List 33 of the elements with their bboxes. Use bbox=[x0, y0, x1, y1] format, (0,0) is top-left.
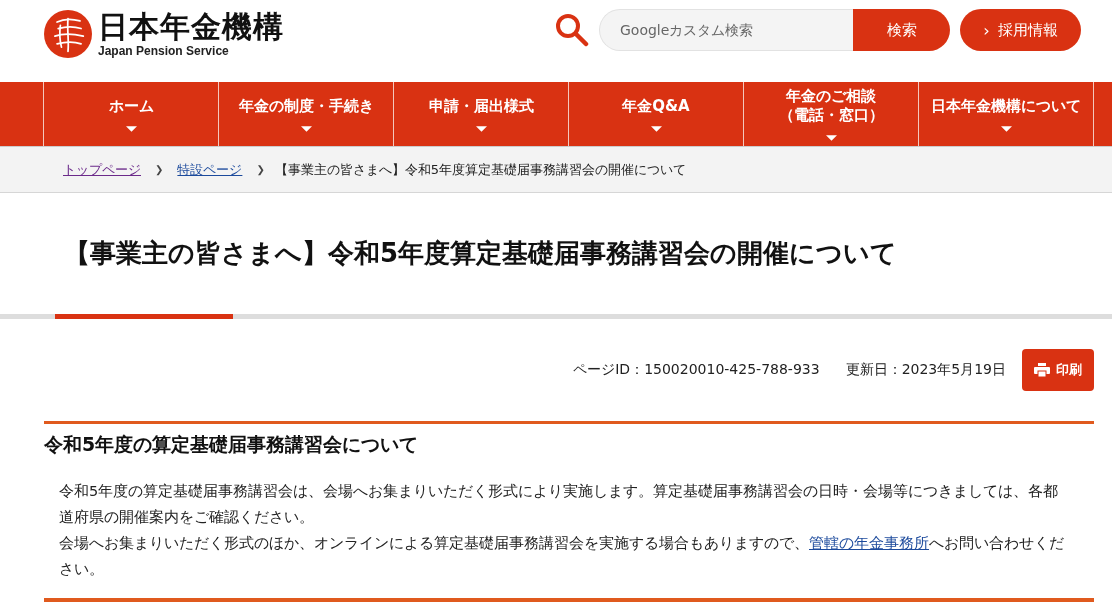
caret-icon bbox=[300, 125, 312, 132]
search-icon bbox=[555, 13, 589, 47]
breadcrumb-separator: ❯ bbox=[155, 164, 164, 175]
page-id: ページID：150020010-425-788-933 bbox=[573, 361, 820, 379]
logo-subtitle: Japan Pension Service bbox=[98, 44, 230, 58]
caret-icon bbox=[125, 125, 137, 132]
nav-item[interactable]: 年金のご相談 （電話・窓口） bbox=[743, 82, 918, 146]
updated-date: 更新日：2023年5月19日 bbox=[845, 361, 1006, 379]
logo-text[interactable]: 日本年金機構 bbox=[98, 10, 284, 44]
search-field[interactable]: Googleカスタム検索 bbox=[599, 9, 853, 51]
recruit-button[interactable]: › 採用情報 bbox=[960, 9, 1081, 51]
nav-item[interactable]: ホーム bbox=[43, 82, 218, 146]
page-title: 【事業主の皆さまへ】令和5年度算定基礎届事務講習会の開催について bbox=[64, 237, 898, 270]
caret-icon bbox=[475, 125, 487, 132]
print-button[interactable]: 印刷 bbox=[1022, 349, 1094, 391]
breadcrumb-link[interactable]: トップページ bbox=[63, 160, 141, 179]
logo-mark-icon bbox=[44, 10, 92, 58]
caret-icon bbox=[1000, 125, 1012, 132]
caret-icon bbox=[650, 125, 662, 132]
paragraph: 会場へお集まりいただく形式のほか、オンラインによる算定基礎届事務講習会を実施する場合もありますので、管轄の年金事務所へお問い合わせください。 bbox=[59, 534, 1065, 579]
nav-item[interactable]: 年金Q&A bbox=[568, 82, 743, 146]
nav-item[interactable]: 申請・届出様式 bbox=[393, 82, 568, 146]
printer-icon bbox=[1034, 363, 1050, 377]
breadcrumb-current: 【事業主の皆さまへ】令和5年度算定基礎届事務講習会の開催について bbox=[274, 160, 687, 179]
search-button[interactable]: 検索 bbox=[853, 9, 950, 51]
caret-icon bbox=[825, 135, 837, 141]
section-heading: 令和5年度の算定基礎届事務講習会について bbox=[44, 432, 420, 457]
breadcrumb-link[interactable]: 特設ページ bbox=[177, 160, 243, 179]
nav-item[interactable]: 年金の制度・手続き bbox=[218, 82, 393, 146]
office-link[interactable]: 管轄の年金事務所 bbox=[809, 535, 929, 551]
nav-item[interactable]: 日本年金機構について bbox=[918, 82, 1094, 146]
breadcrumb-separator: ❯ bbox=[256, 164, 265, 175]
paragraph: 令和5年度の算定基礎届事務講習会は、会場へお集まりいただく形式により実施します。算定基礎届事務講習会の日時・会場等につきましては、各都道府県の開催案内をご確認ください。 bbox=[59, 482, 1060, 527]
